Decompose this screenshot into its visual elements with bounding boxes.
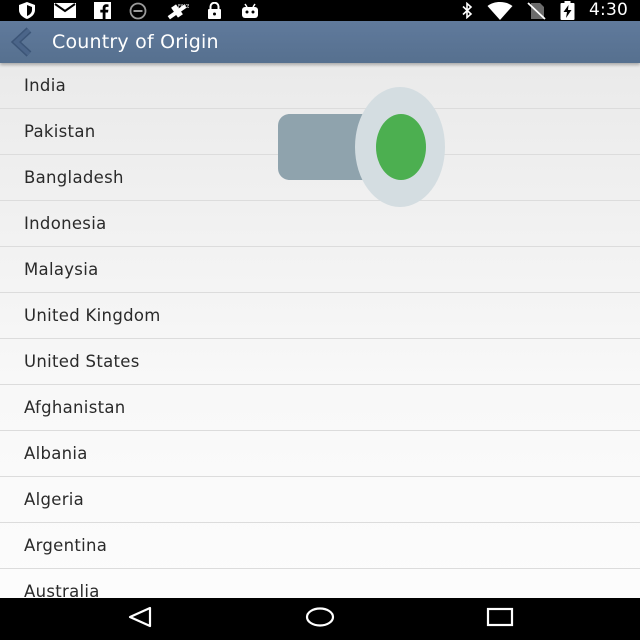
floating-toggle[interactable] <box>276 86 448 210</box>
list-item-label: United States <box>24 352 140 371</box>
nav-back-button[interactable] <box>110 598 170 640</box>
svg-text:FAKE: FAKE <box>178 4 189 10</box>
toggle-switch-icon <box>276 87 448 214</box>
screen: FAKE 4:30 Country of Origin India Pakist… <box>0 0 640 640</box>
back-button[interactable] <box>8 26 40 58</box>
navigation-bar <box>0 598 640 640</box>
list-item-australia[interactable]: Australia <box>0 569 640 598</box>
list-item-afghanistan[interactable]: Afghanistan <box>0 385 640 431</box>
list-item-label: Argentina <box>24 536 108 555</box>
list-item-united-states[interactable]: United States <box>0 339 640 385</box>
shield-icon <box>18 2 36 19</box>
wifi-icon <box>487 1 513 20</box>
nav-home-button[interactable] <box>290 598 350 640</box>
home-circle-icon <box>305 606 335 632</box>
facebook-icon <box>94 2 111 19</box>
bluetooth-icon <box>461 2 473 19</box>
notification-icons: FAKE <box>18 2 260 19</box>
list-item-label: Albania <box>24 444 88 463</box>
list-item-malaysia[interactable]: Malaysia <box>0 247 640 293</box>
status-bar: FAKE 4:30 <box>0 0 640 21</box>
battery-charging-icon <box>560 1 575 20</box>
list-item-united-kingdom[interactable]: United Kingdom <box>0 293 640 339</box>
list-item-argentina[interactable]: Argentina <box>0 523 640 569</box>
back-triangle-icon <box>127 606 153 632</box>
list-item-algeria[interactable]: Algeria <box>0 477 640 523</box>
system-icons: 4:30 <box>461 0 628 21</box>
gps-icon: FAKE <box>165 2 189 20</box>
email-icon <box>54 3 76 18</box>
android-icon <box>240 3 260 19</box>
chevron-left-icon <box>8 27 40 62</box>
list-item-label: Malaysia <box>24 260 99 279</box>
nav-recents-button[interactable] <box>470 598 530 640</box>
page-title: Country of Origin <box>52 31 219 53</box>
lock-icon <box>207 2 222 19</box>
clock-time: 4:30 <box>589 0 628 20</box>
app-bar: Country of Origin <box>0 21 640 63</box>
list-item-label: Australia <box>24 582 100 598</box>
list-item-albania[interactable]: Albania <box>0 431 640 477</box>
recents-square-icon <box>486 606 514 632</box>
list-item-label: Algeria <box>24 490 85 509</box>
list-item-label: India <box>24 76 66 95</box>
no-sim-icon <box>527 1 546 20</box>
blocked-circle-icon <box>129 2 147 20</box>
list-item-label: Bangladesh <box>24 168 124 187</box>
list-item-label: Pakistan <box>24 122 96 141</box>
list-item-label: United Kingdom <box>24 306 161 325</box>
list-item-label: Indonesia <box>24 214 107 233</box>
list-item-label: Afghanistan <box>24 398 126 417</box>
